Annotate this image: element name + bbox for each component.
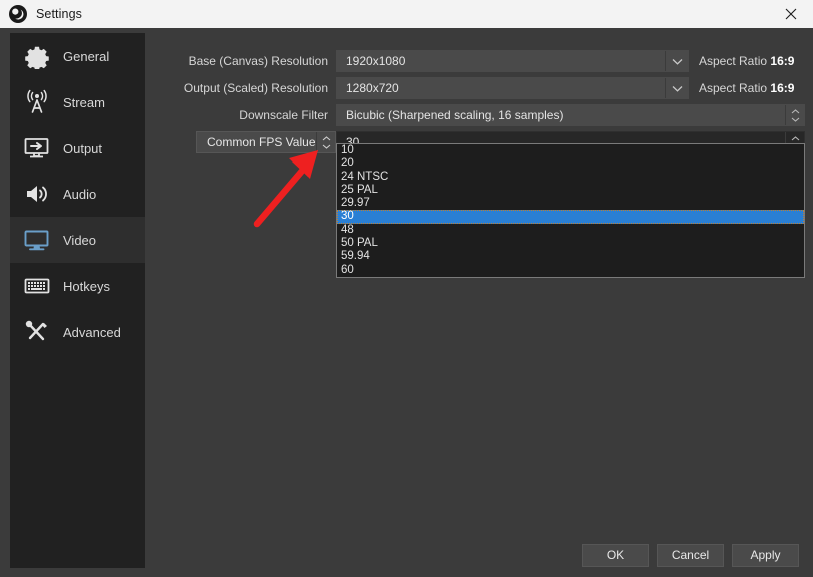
sidebar-item-output[interactable]: Output: [10, 125, 145, 171]
fps-option[interactable]: 48: [337, 224, 804, 237]
video-settings-form: Base (Canvas) Resolution 1920x1080 Aspec…: [150, 33, 805, 533]
fps-option[interactable]: 30: [337, 210, 804, 223]
sidebar-item-label: Hotkeys: [63, 279, 110, 294]
sidebar-item-label: Stream: [63, 95, 105, 110]
sidebar-item-stream[interactable]: Stream: [10, 79, 145, 125]
settings-sidebar: General Stream Output: [10, 33, 145, 568]
base-resolution-value: 1920x1080: [337, 54, 665, 68]
fps-mode-combobox[interactable]: Common FPS Values: [196, 131, 336, 153]
sidebar-item-general[interactable]: General: [10, 33, 145, 79]
sidebar-item-label: Output: [63, 141, 102, 156]
fps-option[interactable]: 10: [337, 144, 804, 157]
close-icon[interactable]: [768, 0, 813, 28]
chevron-down-icon[interactable]: [665, 51, 688, 71]
sidebar-item-video[interactable]: Video: [10, 217, 145, 263]
sidebar-item-label: General: [63, 49, 109, 64]
downscale-filter-value: Bicubic (Sharpened scaling, 16 samples): [337, 108, 785, 122]
fps-option[interactable]: 59.94: [337, 250, 804, 263]
speaker-icon: [22, 179, 52, 209]
base-aspect-value: 16:9: [770, 54, 794, 68]
monitor-arrow-icon: [22, 133, 52, 163]
output-aspect-label: Aspect Ratio: [699, 81, 767, 95]
sidebar-item-label: Video: [63, 233, 96, 248]
base-resolution-row: Base (Canvas) Resolution 1920x1080 Aspec…: [150, 50, 805, 72]
fps-option[interactable]: 50 PAL: [337, 237, 804, 250]
cancel-button[interactable]: Cancel: [657, 544, 724, 567]
dialog-footer: OK Cancel Apply: [0, 533, 813, 577]
antenna-icon: [22, 87, 52, 117]
apply-button[interactable]: Apply: [732, 544, 799, 567]
gear-icon: [22, 41, 52, 71]
fps-option[interactable]: 60: [337, 264, 804, 277]
spinner-updown-icon[interactable]: [316, 132, 335, 152]
spinner-updown-icon[interactable]: [785, 105, 804, 125]
fps-option[interactable]: 29.97: [337, 197, 804, 210]
ok-button[interactable]: OK: [582, 544, 649, 567]
downscale-filter-row: Downscale Filter Bicubic (Sharpened scal…: [150, 104, 805, 126]
fps-option[interactable]: 25 PAL: [337, 184, 804, 197]
fps-option[interactable]: 20: [337, 157, 804, 170]
output-resolution-row: Output (Scaled) Resolution 1280x720 Aspe…: [150, 77, 805, 99]
output-aspect-value: 16:9: [770, 81, 794, 95]
base-resolution-label: Base (Canvas) Resolution: [150, 54, 336, 68]
obs-logo-icon: [8, 4, 28, 24]
wrench-screwdriver-icon: [22, 317, 52, 347]
downscale-filter-combobox[interactable]: Bicubic (Sharpened scaling, 16 samples): [336, 104, 805, 126]
base-aspect-ratio: Aspect Ratio 16:9: [699, 54, 794, 68]
window-body: General Stream Output: [0, 28, 813, 577]
fps-dropdown-list[interactable]: 102024 NTSC25 PAL29.97304850 PAL59.9460: [336, 143, 805, 278]
sidebar-item-advanced[interactable]: Advanced: [10, 309, 145, 355]
fps-mode-value: Common FPS Values: [197, 135, 316, 149]
base-aspect-label: Aspect Ratio: [699, 54, 767, 68]
output-aspect-ratio: Aspect Ratio 16:9: [699, 81, 794, 95]
base-resolution-combobox[interactable]: 1920x1080: [336, 50, 689, 72]
chevron-down-icon[interactable]: [665, 78, 688, 98]
output-resolution-combobox[interactable]: 1280x720: [336, 77, 689, 99]
output-resolution-label: Output (Scaled) Resolution: [150, 81, 336, 95]
output-resolution-value: 1280x720: [337, 81, 665, 95]
sidebar-item-audio[interactable]: Audio: [10, 171, 145, 217]
monitor-icon: [22, 225, 52, 255]
title-bar: Settings: [0, 0, 813, 28]
fps-option[interactable]: 24 NTSC: [337, 171, 804, 184]
window-title: Settings: [36, 7, 82, 21]
sidebar-item-label: Advanced: [63, 325, 121, 340]
sidebar-item-hotkeys[interactable]: Hotkeys: [10, 263, 145, 309]
sidebar-item-label: Audio: [63, 187, 96, 202]
downscale-filter-label: Downscale Filter: [150, 108, 336, 122]
keyboard-icon: [22, 271, 52, 301]
